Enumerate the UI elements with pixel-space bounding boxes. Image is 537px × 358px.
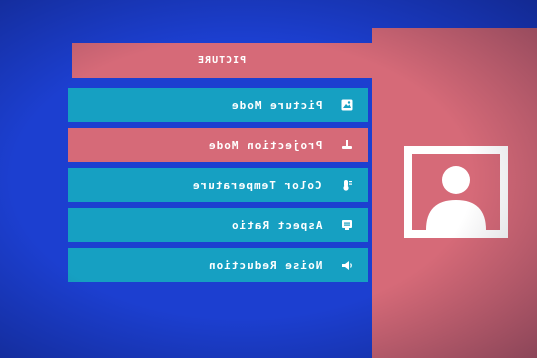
menu-item-noise-reduction[interactable]: Noise Reduction (68, 248, 368, 282)
menu-item-label: Aspect Ratio (230, 218, 322, 232)
menu-item-color-temperature[interactable]: Color Temperature (68, 168, 368, 202)
menu-item-label: Color Temperature (192, 178, 322, 192)
page-title: PICTURE (197, 55, 247, 66)
menu-item-projection-mode[interactable]: Projection Mode (68, 128, 368, 162)
projection-mode-icon (340, 138, 354, 152)
menu-item-label: Noise Reduction (207, 258, 322, 272)
aspect-ratio-icon (340, 218, 354, 232)
color-temperature-icon (340, 178, 354, 192)
preview-image-frame (404, 146, 508, 238)
noise-reduction-icon (340, 258, 354, 272)
menu-item-aspect-ratio[interactable]: Aspect Ratio (68, 208, 368, 242)
menu-item-label: Picture Mode (230, 98, 322, 112)
picture-menu: Picture Mode Projection Mode Color Tempe… (68, 88, 368, 288)
menu-header: PICTURE (72, 43, 372, 78)
menu-item-label: Projection Mode (207, 138, 322, 152)
user-picture-icon (412, 154, 500, 230)
menu-item-picture-mode[interactable]: Picture Mode (68, 88, 368, 122)
picture-mode-icon (340, 98, 354, 112)
